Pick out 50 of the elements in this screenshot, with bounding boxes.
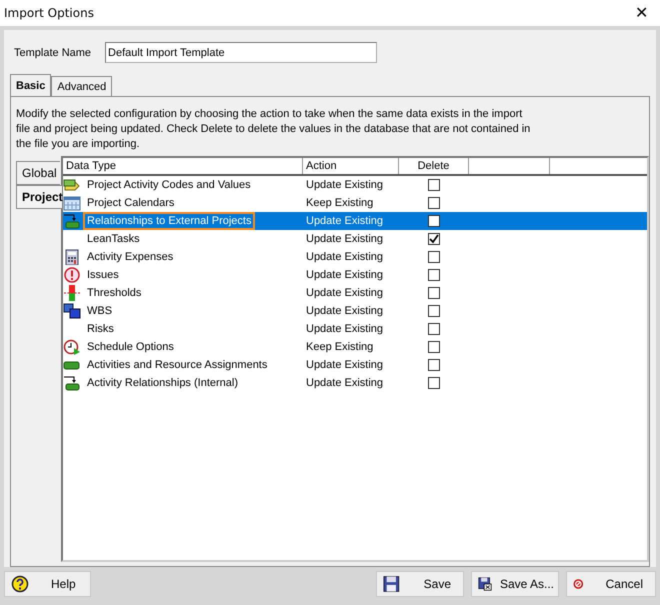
table-row[interactable]: Activity Expenses Update Existing xyxy=(63,248,647,266)
column-header[interactable]: Action xyxy=(303,158,399,174)
table-cell: Update Existing xyxy=(306,287,384,299)
table-cell-text: WBS xyxy=(86,304,114,319)
table-cell: Update Existing xyxy=(306,215,384,227)
table-row[interactable]: Project Calendars Keep Existing xyxy=(63,194,647,212)
template-name-field[interactable]: Default Import Template xyxy=(105,42,378,63)
table-cell: Update Existing xyxy=(306,179,384,191)
table-cell: Update Existing xyxy=(306,305,384,317)
table-cell: Update Existing xyxy=(306,269,384,281)
table-cell-text: Project Calendars xyxy=(86,196,176,211)
table-row[interactable]: Thresholds Update Existing xyxy=(63,284,647,302)
template-name-label: Template Name xyxy=(14,46,92,58)
table-row[interactable]: Risks Update Existing xyxy=(63,320,647,338)
table-cell-text: Thresholds xyxy=(86,286,142,301)
table-row[interactable]: Relationships to External Projects Update Existing xyxy=(63,212,647,230)
table-cell-text: Schedule Options xyxy=(86,340,175,355)
window-title: Import Options xyxy=(4,6,94,20)
table-cell: Update Existing xyxy=(306,233,384,245)
close-button[interactable]: ✕ xyxy=(627,3,656,23)
table-cell: Keep Existing xyxy=(306,197,374,209)
table-cell-text: Activity Relationships (Internal) xyxy=(86,376,240,391)
description-text: Modify the selected configuration by choosing the action to take when the same data exists in the import file and project being updated. Check Delete to delete the values in the database that are not contained in the file you are importing. xyxy=(16,107,532,152)
table-cell: Update Existing xyxy=(306,251,384,263)
save-button[interactable]: Save xyxy=(376,571,464,597)
table-cell: Update Existing xyxy=(306,377,384,389)
side-tab[interactable]: Project xyxy=(16,185,62,209)
tab[interactable]: Advanced xyxy=(51,76,112,96)
table-row[interactable]: Activity Relationships (Internal) Update Existing xyxy=(63,374,647,392)
side-tab[interactable]: Global xyxy=(16,161,60,185)
table-cell: Update Existing xyxy=(306,323,384,335)
cancel-button[interactable]: Cancel xyxy=(566,571,656,597)
table-cell-text: Project Activity Codes and Values xyxy=(86,178,252,193)
table-cell-text: LeanTasks xyxy=(86,232,141,247)
table-cell: Keep Existing xyxy=(306,341,374,353)
table-cell: Relationships to External Projects xyxy=(83,212,256,230)
table-row[interactable]: Project Activity Codes and Values Update Existing xyxy=(63,176,647,194)
table-cell-text: Activity Expenses xyxy=(86,250,174,265)
table-cell-text: Activities and Resource Assignments xyxy=(86,358,268,373)
table-cell-text: Risks xyxy=(86,322,115,337)
table-row[interactable]: Issues Update Existing xyxy=(63,266,647,284)
table-row[interactable]: LeanTasks Update Existing xyxy=(63,230,647,248)
table-row[interactable]: Activities and Resource Assignments Update Existing xyxy=(63,356,647,374)
tab[interactable]: Basic xyxy=(10,74,52,96)
table-cell-text: Issues xyxy=(86,268,120,283)
save-as-button[interactable]: Save As... xyxy=(471,571,559,597)
table-cell: Update Existing xyxy=(306,359,384,371)
table-row[interactable]: Schedule Options Keep Existing xyxy=(63,338,647,356)
help-button[interactable]: Help xyxy=(4,571,91,597)
table-row[interactable]: WBS Update Existing xyxy=(63,302,647,320)
